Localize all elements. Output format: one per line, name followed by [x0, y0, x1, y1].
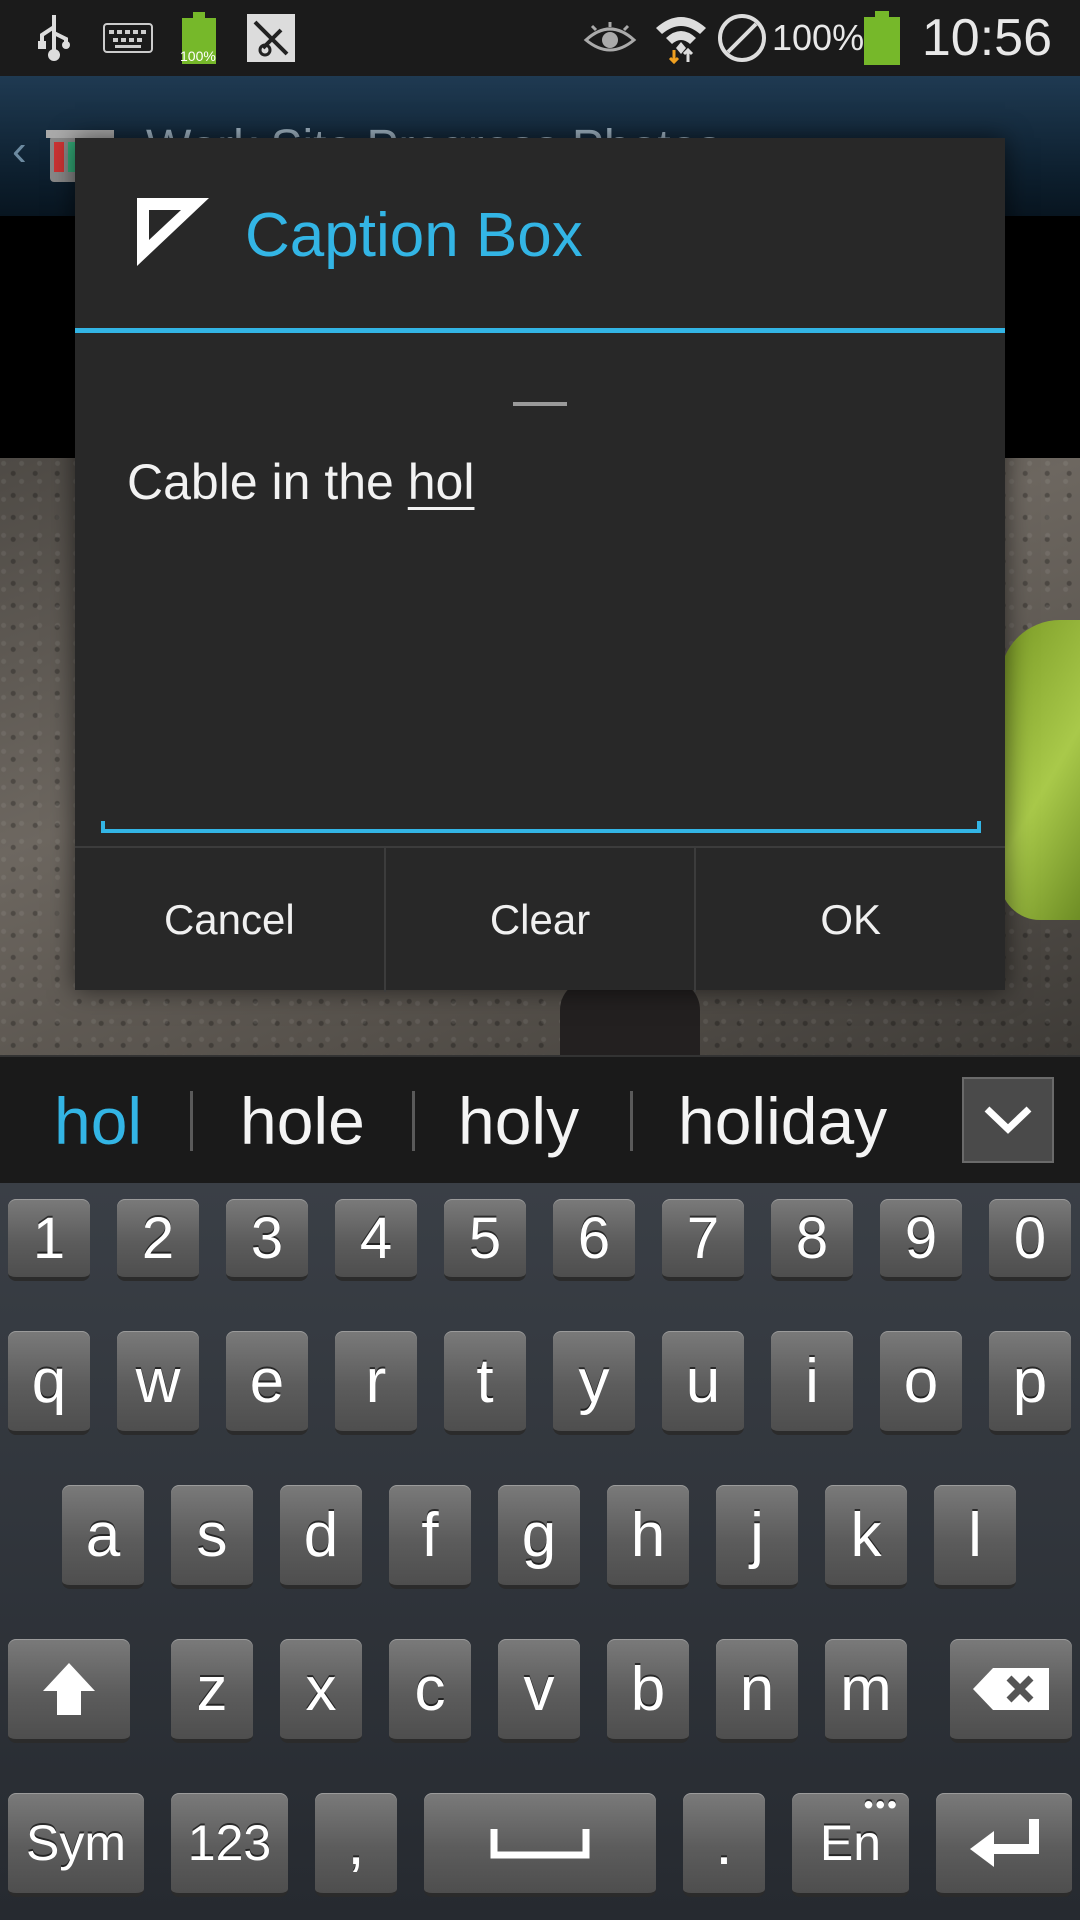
- key-r[interactable]: r: [335, 1331, 417, 1435]
- caption-committed-text: Cable in the: [127, 454, 408, 510]
- suggestion-item[interactable]: hole: [240, 1083, 365, 1159]
- key-4[interactable]: 4: [335, 1199, 417, 1281]
- key-v[interactable]: v: [498, 1639, 580, 1743]
- key-q[interactable]: q: [8, 1331, 90, 1435]
- key-g[interactable]: g: [498, 1485, 580, 1589]
- caption-dialog: Caption Box Cable in the hol Cancel Clea…: [75, 138, 1005, 992]
- dialog-buttons: Cancel Clear OK: [75, 846, 1005, 992]
- key-5[interactable]: 5: [444, 1199, 526, 1281]
- wifi-icon: [652, 10, 710, 66]
- key-o[interactable]: o: [880, 1331, 962, 1435]
- key-b[interactable]: b: [607, 1639, 689, 1743]
- key-m[interactable]: m: [825, 1639, 907, 1743]
- caption-input[interactable]: Cable in the hol: [101, 428, 981, 833]
- key-1[interactable]: 1: [8, 1199, 90, 1281]
- caption-input-underline: [101, 821, 981, 833]
- app-notification-icon: [246, 10, 296, 66]
- suggestion-divider: [630, 1091, 633, 1151]
- background-photo-detail: [560, 980, 700, 1060]
- suggestion-bar: hol hole holy holiday: [0, 1055, 1080, 1185]
- shift-key[interactable]: [8, 1639, 130, 1743]
- suggestion-item[interactable]: holy: [458, 1083, 579, 1159]
- key-k[interactable]: k: [825, 1485, 907, 1589]
- caption-text[interactable]: Cable in the hol: [127, 450, 474, 514]
- key-d[interactable]: d: [280, 1485, 362, 1589]
- caption-edit-icon: [137, 198, 209, 266]
- battery-notification-label: 100%: [180, 48, 216, 64]
- status-bar: 100% 100% 10:56: [0, 0, 1080, 76]
- suggestion-item[interactable]: holiday: [678, 1083, 887, 1159]
- eye-icon: [582, 10, 638, 66]
- backspace-key[interactable]: [950, 1639, 1072, 1743]
- language-key[interactable]: En •••: [792, 1789, 909, 1897]
- numbers-key[interactable]: 123: [171, 1793, 288, 1897]
- key-6[interactable]: 6: [553, 1199, 635, 1281]
- suggestion-item[interactable]: hol: [54, 1083, 142, 1159]
- key-7[interactable]: 7: [662, 1199, 744, 1281]
- cancel-button[interactable]: Cancel: [75, 848, 384, 992]
- key-s[interactable]: s: [171, 1485, 253, 1589]
- more-options-icon: •••: [863, 1789, 899, 1820]
- battery-percent: 100%: [772, 17, 865, 58]
- text-handle[interactable]: [513, 402, 567, 406]
- key-u[interactable]: u: [662, 1331, 744, 1435]
- key-9[interactable]: 9: [880, 1199, 962, 1281]
- background-photo-detail: [1000, 620, 1080, 920]
- expand-suggestions-button[interactable]: [962, 1077, 1054, 1163]
- backspace-icon: [973, 1668, 1049, 1710]
- key-z[interactable]: z: [171, 1639, 253, 1743]
- battery-icon: [862, 10, 902, 66]
- key-n[interactable]: n: [716, 1639, 798, 1743]
- key-8[interactable]: 8: [771, 1199, 853, 1281]
- suggestion-divider: [190, 1091, 193, 1151]
- key-l[interactable]: l: [934, 1485, 1016, 1589]
- key-0[interactable]: 0: [989, 1199, 1071, 1281]
- language-label: En: [819, 1815, 882, 1871]
- key-e[interactable]: e: [226, 1331, 308, 1435]
- battery-notification-icon: 100%: [176, 10, 222, 66]
- sym-key[interactable]: Sym: [8, 1793, 144, 1897]
- key-3[interactable]: 3: [226, 1199, 308, 1281]
- enter-key[interactable]: [936, 1793, 1072, 1897]
- key-h[interactable]: h: [607, 1485, 689, 1589]
- space-icon: [490, 1829, 590, 1859]
- period-key[interactable]: .: [683, 1793, 765, 1897]
- key-c[interactable]: c: [389, 1639, 471, 1743]
- back-icon: ‹: [12, 126, 27, 175]
- key-2[interactable]: 2: [117, 1199, 199, 1281]
- key-f[interactable]: f: [389, 1485, 471, 1589]
- shift-arrow-icon: [43, 1663, 95, 1715]
- ok-button[interactable]: OK: [696, 848, 1005, 992]
- suggestion-divider: [412, 1091, 415, 1151]
- enter-icon: [970, 1819, 1039, 1867]
- keyboard: 1 2 3 4 5 6 7 8 9 0 q w e r t y u i o p …: [0, 1183, 1080, 1920]
- key-t[interactable]: t: [444, 1331, 526, 1435]
- key-y[interactable]: y: [553, 1331, 635, 1435]
- blocked-icon: [714, 10, 770, 66]
- comma-key[interactable]: ,: [315, 1793, 397, 1897]
- key-p[interactable]: p: [989, 1331, 1071, 1435]
- key-j[interactable]: j: [716, 1485, 798, 1589]
- usb-icon: [32, 10, 76, 66]
- caption-composing-text: hol: [407, 454, 475, 510]
- key-x[interactable]: x: [280, 1639, 362, 1743]
- chevron-down-icon: [984, 1106, 1032, 1134]
- status-time: 10:56: [921, 9, 1052, 67]
- space-key[interactable]: [424, 1793, 656, 1897]
- key-w[interactable]: w: [117, 1331, 199, 1435]
- key-a[interactable]: a: [62, 1485, 144, 1589]
- key-i[interactable]: i: [771, 1331, 853, 1435]
- dialog-title: Caption Box: [245, 201, 583, 270]
- dialog-title-divider: [75, 328, 1005, 333]
- keyboard-icon: [100, 10, 156, 66]
- dialog-header: Caption Box: [75, 138, 1005, 328]
- clear-button[interactable]: Clear: [386, 848, 695, 992]
